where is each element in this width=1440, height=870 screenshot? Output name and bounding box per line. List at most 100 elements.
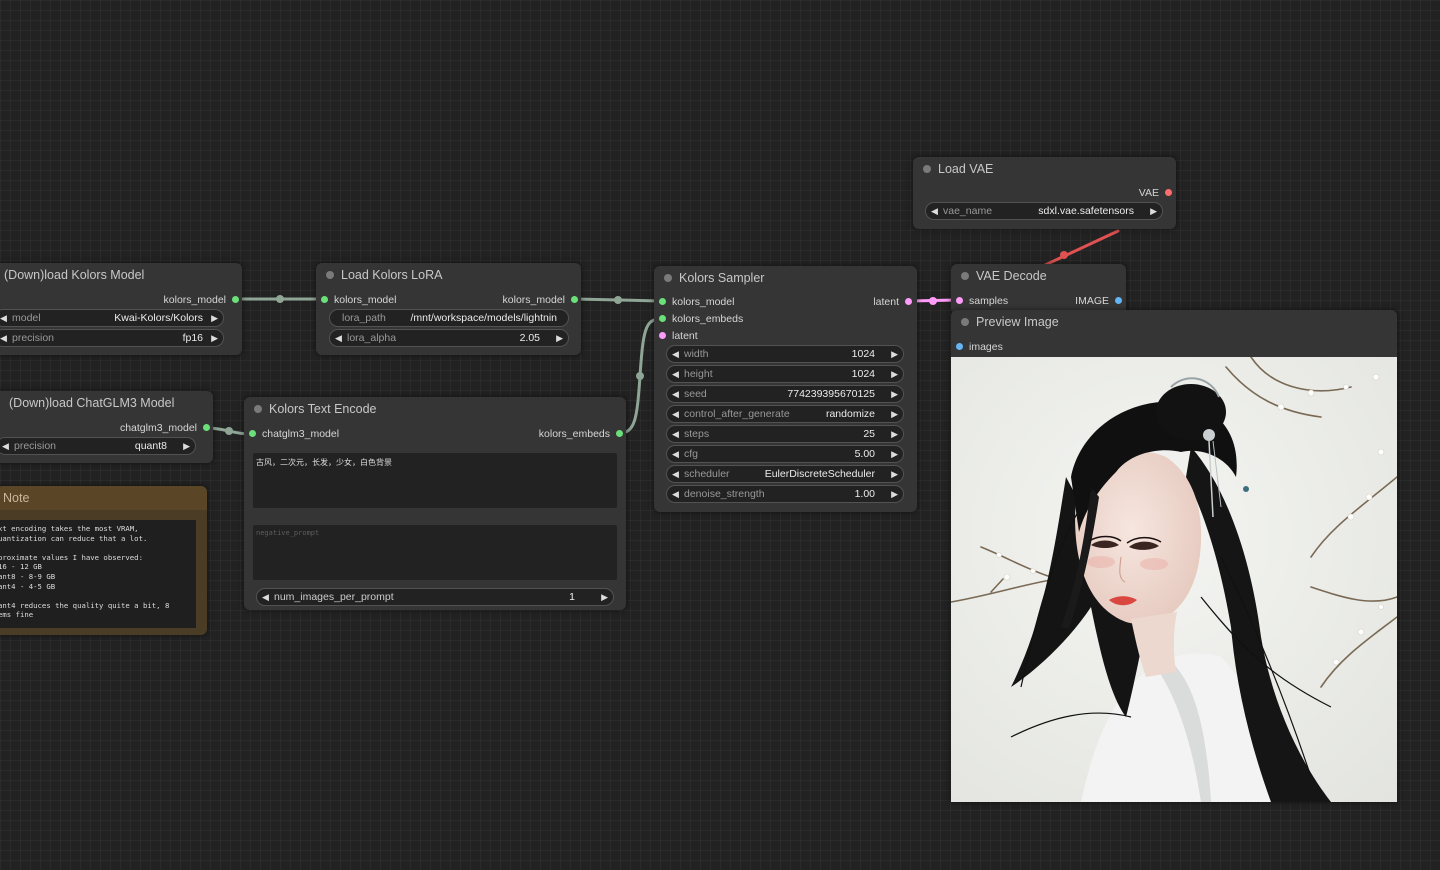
widget-vae-name[interactable]: ◀ vae_name sdxl.vae.safetensors ▶: [925, 202, 1163, 220]
widget-precision[interactable]: ◀ precision quant8 ▶: [0, 437, 196, 455]
widget-width[interactable]: ◀ width 1024 ▶: [666, 345, 904, 363]
node-title-bar[interactable]: Kolors Text Encode: [244, 397, 626, 421]
increment-arrow-icon[interactable]: ▶: [891, 386, 898, 402]
decrement-arrow-icon[interactable]: ◀: [672, 426, 679, 442]
input-dot[interactable]: [659, 332, 666, 339]
input-dot[interactable]: [956, 297, 963, 304]
collapse-dot-icon[interactable]: [961, 318, 969, 326]
output-kolors-model[interactable]: kolors_model: [503, 292, 579, 308]
input-kolors-embeds[interactable]: kolors_embeds: [658, 311, 743, 327]
increment-arrow-icon[interactable]: ▶: [211, 310, 218, 326]
input-dot[interactable]: [659, 315, 666, 322]
input-chatglm3-model[interactable]: chatglm3_model: [248, 426, 339, 442]
increment-arrow-icon[interactable]: ▶: [891, 366, 898, 382]
output-dot[interactable]: [905, 298, 912, 305]
input-kolors-model[interactable]: kolors_model: [320, 292, 396, 308]
input-dot[interactable]: [321, 296, 328, 303]
increment-arrow-icon[interactable]: ▶: [1150, 203, 1157, 219]
node-title-bar[interactable]: Note: [0, 486, 207, 510]
node-title-bar[interactable]: Preview Image: [951, 310, 1397, 334]
output-chatglm3-model[interactable]: chatglm3_model: [120, 420, 211, 436]
widget-steps[interactable]: ◀ steps 25 ▶: [666, 425, 904, 443]
node-kolors-text-encode[interactable]: Kolors Text Encode chatglm3_model kolors…: [244, 397, 626, 610]
widget-denoise-strength[interactable]: ◀ denoise_strength 1.00 ▶: [666, 485, 904, 503]
widget-lora-path[interactable]: lora_path /mnt/workspace/models/lightnin: [329, 309, 569, 327]
output-kolors-embeds[interactable]: kolors_embeds: [539, 426, 624, 442]
output-dot[interactable]: [1115, 297, 1122, 304]
node-preview-image[interactable]: Preview Image images: [951, 310, 1397, 802]
decrement-arrow-icon[interactable]: ◀: [335, 330, 342, 346]
widget-cfg[interactable]: ◀ cfg 5.00 ▶: [666, 445, 904, 463]
node-vae-decode[interactable]: VAE Decode samples IMAGE: [951, 264, 1126, 314]
node-title-bar[interactable]: Load VAE: [913, 157, 1176, 181]
decrement-arrow-icon[interactable]: ◀: [672, 446, 679, 462]
collapse-dot-icon[interactable]: [961, 272, 969, 280]
widget-lora-alpha[interactable]: ◀ lora_alpha 2.05 ▶: [329, 329, 569, 347]
widget-seed[interactable]: ◀ seed 774239395670125 ▶: [666, 385, 904, 403]
increment-arrow-icon[interactable]: ▶: [211, 330, 218, 346]
output-dot[interactable]: [571, 296, 578, 303]
decrement-arrow-icon[interactable]: ◀: [672, 366, 679, 382]
decrement-arrow-icon[interactable]: ◀: [672, 346, 679, 362]
output-kolors-model[interactable]: kolors_model: [164, 292, 240, 308]
node-title-bar[interactable]: VAE Decode: [951, 264, 1126, 288]
decrement-arrow-icon[interactable]: ◀: [262, 589, 269, 605]
decrement-arrow-icon[interactable]: ◀: [2, 438, 9, 454]
input-latent[interactable]: latent: [658, 328, 698, 344]
note-text[interactable]: xt encoding takes the most VRAM, uantiza…: [0, 520, 196, 628]
widget-height[interactable]: ◀ height 1024 ▶: [666, 365, 904, 383]
input-dot[interactable]: [659, 298, 666, 305]
node-title-bar[interactable]: Load Kolors LoRA: [316, 263, 581, 287]
decrement-arrow-icon[interactable]: ◀: [931, 203, 938, 219]
output-dot[interactable]: [1165, 189, 1172, 196]
widget-precision[interactable]: ◀ precision fp16 ▶: [0, 329, 224, 347]
increment-arrow-icon[interactable]: ▶: [891, 486, 898, 502]
output-image[interactable]: IMAGE: [1075, 293, 1123, 309]
widget-model[interactable]: ◀ model Kwai-Kolors/Kolors ▶: [0, 309, 224, 327]
increment-arrow-icon[interactable]: ▶: [183, 438, 190, 454]
widget-control-after-generate[interactable]: ◀ control_after_generate randomize ▶: [666, 405, 904, 423]
preview-image[interactable]: [951, 357, 1397, 802]
increment-arrow-icon[interactable]: ▶: [891, 406, 898, 422]
decrement-arrow-icon[interactable]: ◀: [0, 330, 7, 346]
increment-arrow-icon[interactable]: ▶: [891, 346, 898, 362]
node-title-bar[interactable]: (Down)load Kolors Model: [4, 263, 242, 287]
increment-arrow-icon[interactable]: ▶: [891, 466, 898, 482]
node-title-bar[interactable]: (Down)load ChatGLM3 Model: [9, 391, 213, 415]
increment-arrow-icon[interactable]: ▶: [891, 446, 898, 462]
increment-arrow-icon[interactable]: ▶: [891, 426, 898, 442]
decrement-arrow-icon[interactable]: ◀: [672, 486, 679, 502]
output-vae[interactable]: VAE: [1139, 185, 1173, 201]
widget-scheduler[interactable]: ◀ scheduler EulerDiscreteScheduler ▶: [666, 465, 904, 483]
node-load-kolors-lora[interactable]: Load Kolors LoRA kolors_model kolors_mod…: [316, 263, 581, 355]
collapse-dot-icon[interactable]: [664, 274, 672, 282]
decrement-arrow-icon[interactable]: ◀: [672, 386, 679, 402]
output-dot[interactable]: [203, 424, 210, 431]
node-download-chatglm3-model[interactable]: (Down)load ChatGLM3 Model chatglm3_model…: [0, 391, 213, 463]
collapse-dot-icon[interactable]: [326, 271, 334, 279]
output-dot[interactable]: [616, 430, 623, 437]
input-dot[interactable]: [249, 430, 256, 437]
node-download-kolors-model[interactable]: (Down)load Kolors Model kolors_model ◀ m…: [0, 263, 242, 355]
output-latent[interactable]: latent: [873, 294, 913, 310]
increment-arrow-icon[interactable]: ▶: [556, 330, 563, 346]
collapse-dot-icon[interactable]: [254, 405, 262, 413]
collapse-dot-icon[interactable]: [923, 165, 931, 173]
decrement-arrow-icon[interactable]: ◀: [672, 466, 679, 482]
decrement-arrow-icon[interactable]: ◀: [0, 310, 7, 326]
node-title-bar[interactable]: Kolors Sampler: [654, 266, 917, 290]
input-dot[interactable]: [956, 343, 963, 350]
input-kolors-model[interactable]: kolors_model: [658, 294, 734, 310]
node-load-vae[interactable]: Load VAE VAE ◀ vae_name sdxl.vae.safeten…: [913, 157, 1176, 229]
output-dot[interactable]: [232, 296, 239, 303]
node-kolors-sampler[interactable]: Kolors Sampler kolors_model kolors_embed…: [654, 266, 917, 512]
widget-label: height: [684, 368, 713, 380]
prompt-textarea[interactable]: 古风，二次元，长发，少女，白色背景: [253, 453, 617, 508]
node-note[interactable]: Note xt encoding takes the most VRAM, ua…: [0, 486, 207, 635]
decrement-arrow-icon[interactable]: ◀: [672, 406, 679, 422]
widget-num-images-per-prompt[interactable]: ◀ num_images_per_prompt 1 ▶: [256, 588, 614, 606]
negative-prompt-textarea[interactable]: negative_prompt: [253, 525, 617, 580]
input-samples[interactable]: samples: [955, 293, 1008, 309]
input-images[interactable]: images: [955, 339, 1003, 355]
increment-arrow-icon[interactable]: ▶: [601, 589, 608, 605]
